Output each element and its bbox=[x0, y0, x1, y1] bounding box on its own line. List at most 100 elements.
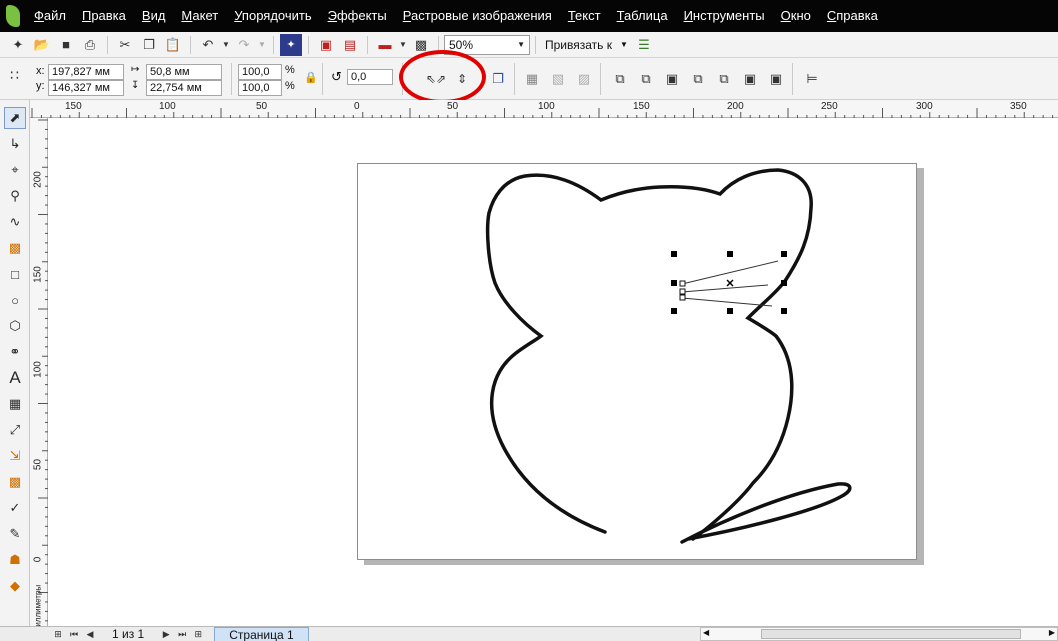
paste-icon[interactable]: 📋 bbox=[162, 34, 184, 56]
whisker-line[interactable] bbox=[681, 284, 769, 293]
open-folder-icon[interactable]: 📂 bbox=[31, 34, 53, 56]
redo-dropdown-icon[interactable]: ▼ bbox=[257, 34, 267, 56]
menu-table[interactable]: Таблица bbox=[609, 0, 676, 32]
back-minus-front-icon[interactable]: ▣ bbox=[739, 68, 761, 90]
menu-edit[interactable]: Правка bbox=[74, 0, 134, 32]
page-tab[interactable]: Страница 1 bbox=[214, 626, 309, 641]
import-icon[interactable]: ▣ bbox=[315, 34, 337, 56]
trim-icon[interactable]: ⧉ bbox=[635, 68, 657, 90]
selection-handle-middle-right[interactable] bbox=[781, 280, 787, 286]
combine-icon[interactable]: ❐ bbox=[487, 68, 509, 90]
scroll-right-icon[interactable]: ▶ bbox=[1049, 628, 1055, 637]
selection-handle-top-right[interactable] bbox=[781, 251, 787, 257]
align-distribute-icon[interactable]: ⊨ bbox=[801, 68, 823, 90]
weld-icon[interactable]: ⧉ bbox=[609, 68, 631, 90]
rotation-angle-field[interactable]: 0,0 bbox=[347, 69, 393, 85]
whisker-line[interactable] bbox=[681, 260, 779, 285]
menu-file[interactable]: Файл bbox=[26, 0, 74, 32]
smart-fill-tool-icon[interactable]: ▩ bbox=[4, 237, 26, 259]
selection-center-marker[interactable] bbox=[726, 279, 734, 287]
next-page-icon[interactable]: ▶ bbox=[158, 627, 174, 641]
new-document-icon[interactable]: ✦ bbox=[7, 34, 29, 56]
blend-tool-icon[interactable]: ▩ bbox=[4, 471, 26, 493]
object-origin-icon[interactable]: ∷ bbox=[10, 67, 19, 84]
table-tool-icon[interactable]: ▦ bbox=[4, 393, 26, 415]
menu-bitmaps[interactable]: Растровые изображения bbox=[395, 0, 560, 32]
basic-shapes-tool-icon[interactable]: ⚭ bbox=[4, 341, 26, 363]
pick-tool-icon[interactable]: ⬈ bbox=[4, 107, 26, 129]
first-page-icon[interactable]: ⏮ bbox=[66, 627, 82, 641]
drawing-workspace[interactable] bbox=[48, 118, 1058, 626]
scroll-thumb[interactable] bbox=[761, 629, 1021, 639]
ungroup-icon[interactable]: ▧ bbox=[547, 68, 569, 90]
x-position-field[interactable]: 197,827 мм bbox=[48, 64, 124, 80]
last-page-icon[interactable]: ⏭ bbox=[174, 627, 190, 641]
selection-handle-middle-left[interactable] bbox=[671, 280, 677, 286]
lock-ratio-icon[interactable]: 🔒 bbox=[304, 71, 318, 84]
vertical-ruler[interactable]: 200 150 100 50 0 миллиметры bbox=[30, 118, 48, 632]
whisker-node[interactable] bbox=[679, 288, 686, 295]
polygon-tool-icon[interactable]: ⬡ bbox=[4, 315, 26, 337]
outline-pen-tool-icon[interactable]: ✎ bbox=[4, 523, 26, 545]
menu-view[interactable]: Вид bbox=[134, 0, 174, 32]
launcher-dropdown-icon[interactable]: ▼ bbox=[398, 34, 408, 56]
intersect-icon[interactable]: ▣ bbox=[661, 68, 683, 90]
width-field[interactable]: 50,8 мм bbox=[146, 64, 222, 80]
application-launcher-icon[interactable]: ▬ bbox=[374, 34, 396, 56]
selection-handle-top-left[interactable] bbox=[671, 251, 677, 257]
menu-tools[interactable]: Инструменты bbox=[676, 0, 773, 32]
scale-y-field[interactable]: 100,0 bbox=[238, 80, 282, 96]
y-position-field[interactable]: 146,327 мм bbox=[48, 80, 124, 96]
mouse-tail-outline[interactable] bbox=[680, 482, 852, 544]
previous-page-icon[interactable]: ◀ bbox=[82, 627, 98, 641]
ellipse-tool-icon[interactable]: ○ bbox=[4, 289, 26, 311]
menu-effects[interactable]: Эффекты bbox=[320, 0, 395, 32]
export-icon[interactable]: ▤ bbox=[339, 34, 361, 56]
whisker-line[interactable] bbox=[681, 297, 773, 307]
horizontal-scrollbar[interactable]: ◀ ▶ bbox=[700, 627, 1058, 641]
selection-handle-top-center[interactable] bbox=[727, 251, 733, 257]
ungroup-all-icon[interactable]: ▨ bbox=[573, 68, 595, 90]
simplify-icon[interactable]: ⧉ bbox=[687, 68, 709, 90]
interactive-fill-tool-icon[interactable]: ◆ bbox=[4, 575, 26, 597]
selection-handle-bottom-right[interactable] bbox=[781, 308, 787, 314]
add-page-after-icon[interactable]: ⊞ bbox=[190, 627, 206, 641]
scale-x-field[interactable]: 100,0 bbox=[238, 64, 282, 80]
shape-tool-icon[interactable]: ↳ bbox=[4, 133, 26, 155]
zoom-tool-icon[interactable]: ⚲ bbox=[4, 185, 26, 207]
save-icon[interactable]: ■ bbox=[55, 34, 77, 56]
front-minus-back-icon[interactable]: ⧉ bbox=[713, 68, 735, 90]
crop-tool-icon[interactable]: ⌖ bbox=[4, 159, 26, 181]
horizontal-ruler[interactable]: 150 100 50 0 50 100 150 200 250 300 350 bbox=[30, 100, 1058, 118]
menu-arrange[interactable]: Упорядочить bbox=[226, 0, 319, 32]
group-icon[interactable]: ▦ bbox=[521, 68, 543, 90]
options-icon[interactable]: ☰ bbox=[633, 34, 655, 56]
selection-handle-bottom-center[interactable] bbox=[727, 308, 733, 314]
boundary-icon[interactable]: ▣ bbox=[765, 68, 787, 90]
eyedropper-tool-icon[interactable]: ✓ bbox=[4, 497, 26, 519]
menu-text[interactable]: Текст bbox=[560, 0, 609, 32]
drawing-canvas[interactable] bbox=[48, 118, 1058, 626]
menu-help[interactable]: Справка bbox=[819, 0, 886, 32]
rectangle-tool-icon[interactable]: □ bbox=[4, 263, 26, 285]
scroll-left-icon[interactable]: ◀ bbox=[703, 628, 709, 637]
text-tool-icon[interactable]: A bbox=[4, 367, 26, 389]
undo-dropdown-icon[interactable]: ▼ bbox=[221, 34, 231, 56]
print-icon[interactable]: ⎙ bbox=[79, 34, 101, 56]
copy-icon[interactable]: ❐ bbox=[138, 34, 160, 56]
freehand-tool-icon[interactable]: ∿ bbox=[4, 211, 26, 233]
dimension-tool-icon[interactable]: ⤢ bbox=[4, 419, 26, 441]
menu-window[interactable]: Окно bbox=[773, 0, 819, 32]
undo-icon[interactable]: ↶ bbox=[197, 34, 219, 56]
whisker-node[interactable] bbox=[679, 294, 686, 301]
height-field[interactable]: 22,754 мм bbox=[146, 80, 222, 96]
redo-icon[interactable]: ↷ bbox=[233, 34, 255, 56]
fill-tool-icon[interactable]: ☗ bbox=[4, 549, 26, 571]
mouse-body-outline[interactable] bbox=[485, 168, 813, 541]
selection-handle-bottom-left[interactable] bbox=[671, 308, 677, 314]
cut-icon[interactable]: ✂ bbox=[114, 34, 136, 56]
snap-to-dropdown[interactable]: Привязать к ▼ bbox=[541, 38, 632, 52]
search-content-icon[interactable]: ✦ bbox=[280, 33, 302, 56]
add-page-before-icon[interactable]: ⊞ bbox=[50, 627, 66, 641]
menu-layout[interactable]: Макет bbox=[173, 0, 226, 32]
